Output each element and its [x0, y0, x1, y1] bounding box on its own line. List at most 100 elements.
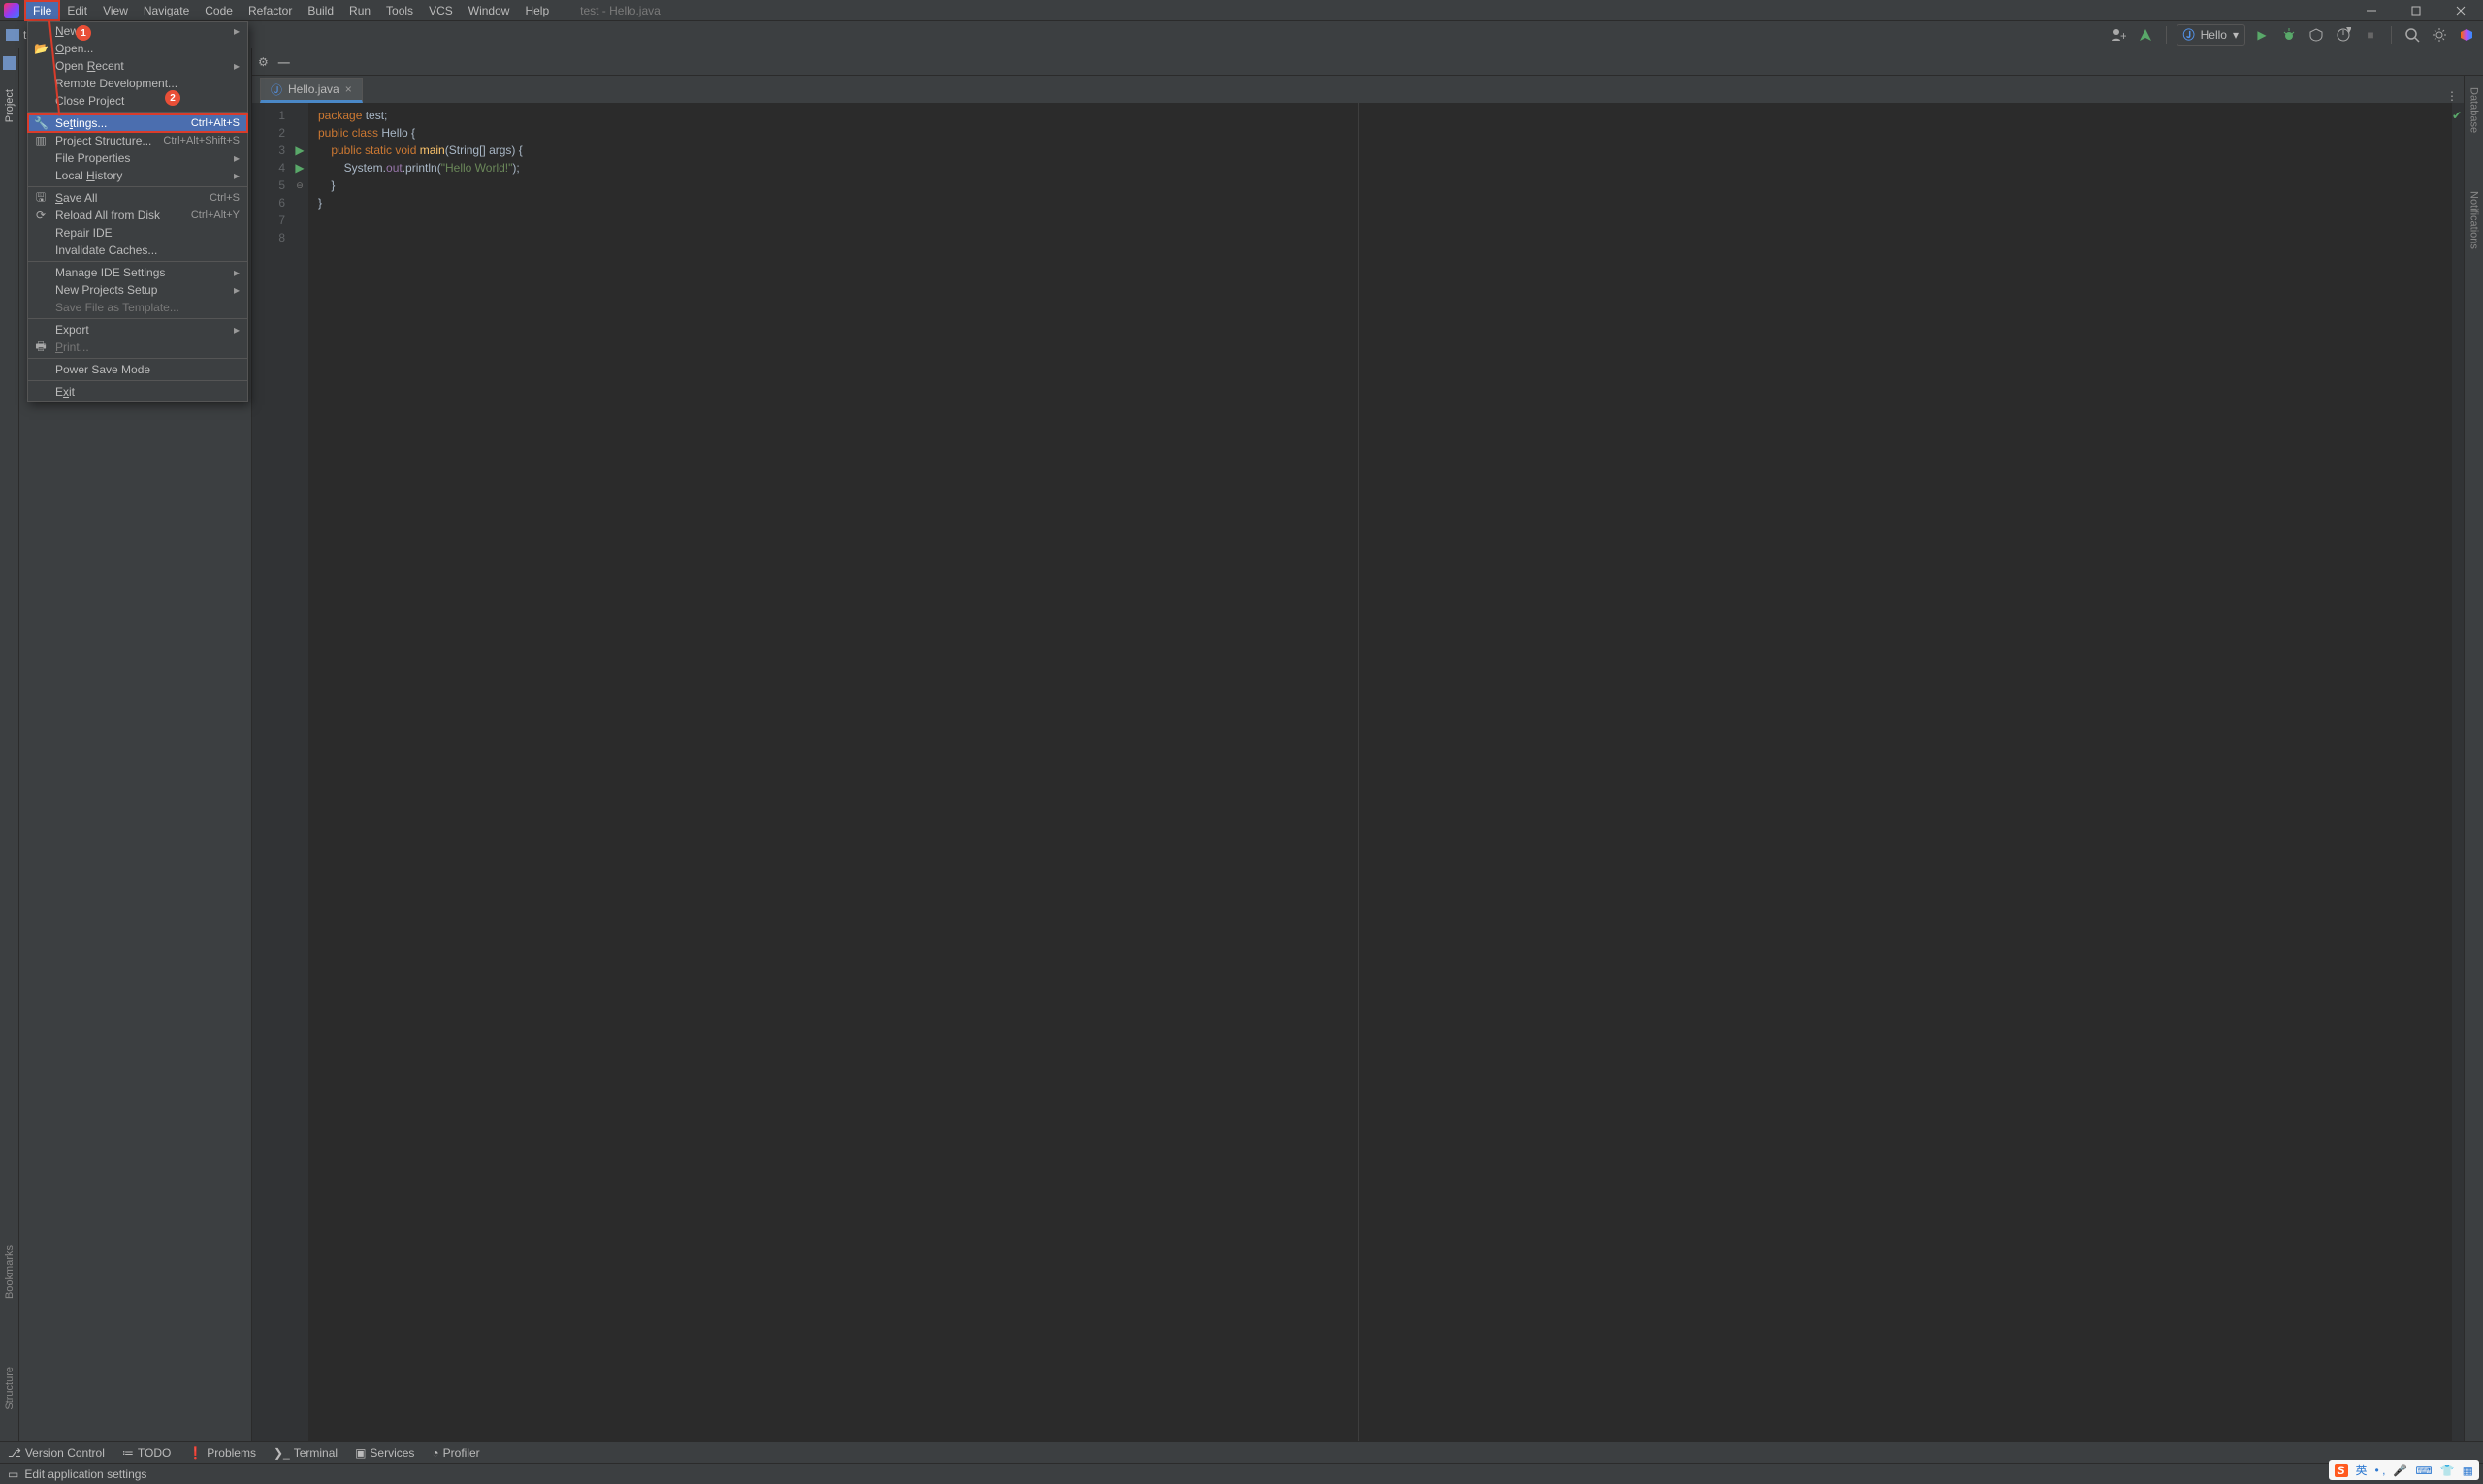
file-menu-item[interactable]: Local History▸	[28, 167, 247, 184]
bottom-tool-bar: ⎇Version Control ≔TODO ❗Problems ❯_Terminal…	[0, 1441, 2483, 1463]
annotation-badge-2: 2	[165, 90, 180, 106]
project-tool-icon[interactable]	[3, 56, 16, 70]
svg-text:▾: ▾	[2346, 27, 2351, 36]
menu-vcs[interactable]: VCS	[421, 1, 461, 20]
ide-settings-icon[interactable]	[2429, 24, 2450, 46]
right-margin-line	[1358, 103, 1359, 1441]
file-menu-item[interactable]: ⟳Reload All from DiskCtrl+Alt+Y	[28, 207, 247, 224]
line-number-gutter: 12345678	[252, 103, 291, 1441]
tab-more-icon[interactable]: ⋮	[2446, 89, 2458, 103]
database-tool-label[interactable]: Database	[2468, 83, 2480, 137]
app-root: FileEditViewNavigateCodeRefactorBuildRun…	[0, 0, 2483, 1484]
code-with-me-icon[interactable]: +	[2108, 24, 2129, 46]
bottom-tool-todo[interactable]: ≔TODO	[122, 1446, 171, 1460]
structure-tool-label[interactable]: Structure	[4, 1363, 16, 1414]
gutter-icons: ▶▶⊖	[291, 103, 308, 1441]
close-tab-icon[interactable]: ×	[345, 82, 352, 96]
inspection-ok-icon[interactable]: ✔	[2452, 109, 2462, 122]
editor-tab-hello[interactable]: Ⓙ Hello.java ×	[260, 78, 363, 103]
file-menu-item[interactable]: New Projects Setup▸	[28, 281, 247, 299]
code-editor[interactable]: package test;public class Hello { public…	[308, 103, 2452, 1441]
main-area: Project Bookmarks Structure ⚙ — Ⓙ	[0, 48, 2483, 1441]
file-menu-item[interactable]: ▥Project Structure...Ctrl+Alt+Shift+S	[28, 132, 247, 149]
run-button[interactable]: ▶	[2251, 24, 2273, 46]
build-icon[interactable]	[2135, 24, 2156, 46]
ime-keyboard-icon[interactable]: ⌨	[2415, 1464, 2432, 1477]
file-menu-item[interactable]: File Properties▸	[28, 149, 247, 167]
separator	[2391, 26, 2392, 44]
run-config-selector[interactable]: Ⓙ Hello ▾	[2177, 24, 2245, 46]
status-hint: Edit application settings	[24, 1468, 146, 1481]
file-menu-item[interactable]: Close Project	[28, 92, 247, 110]
notifications-tool-label[interactable]: Notifications	[2468, 187, 2480, 253]
minimize-button[interactable]	[2349, 0, 2394, 21]
svg-text:+: +	[2120, 29, 2126, 43]
editor-error-stripe[interactable]: ✔	[2452, 103, 2464, 1441]
fold-icon[interactable]: ⊖	[291, 177, 308, 194]
maximize-button[interactable]	[2394, 0, 2438, 21]
file-menu-item[interactable]: Remote Development...	[28, 75, 247, 92]
bottom-tool-services[interactable]: ▣Services	[355, 1446, 414, 1460]
file-menu-item[interactable]: Manage IDE Settings▸	[28, 264, 247, 281]
separator	[2166, 26, 2167, 44]
profile-button[interactable]: ▾	[2333, 24, 2354, 46]
file-menu-item[interactable]: 🔧Settings...Ctrl+Alt+S	[28, 114, 247, 132]
menu-run[interactable]: Run	[341, 1, 378, 20]
toolbox-icon[interactable]	[2456, 24, 2477, 46]
menu-view[interactable]: View	[95, 1, 136, 20]
bottom-tool-problems[interactable]: ❗Problems	[188, 1446, 256, 1460]
file-menu-item[interactable]: Open Recent▸	[28, 57, 247, 75]
debug-button[interactable]	[2278, 24, 2300, 46]
menu-window[interactable]: Window	[461, 1, 518, 20]
close-button[interactable]	[2438, 0, 2483, 21]
menu-navigate[interactable]: Navigate	[136, 1, 197, 20]
file-menu-item[interactable]: Invalidate Caches...	[28, 242, 247, 259]
menu-tools[interactable]: Tools	[378, 1, 421, 20]
annotation-badge-1: 1	[76, 25, 91, 41]
ime-skin-icon[interactable]: 👕	[2440, 1464, 2455, 1477]
file-menu-popup[interactable]: New▸📂Open...Open Recent▸Remote Developme…	[27, 21, 248, 402]
menu-refactor[interactable]: Refactor	[241, 1, 300, 20]
project-folder-icon	[6, 29, 19, 41]
file-menu-item[interactable]: 📂Open...	[28, 40, 247, 57]
file-menu-item[interactable]: 🖫Save AllCtrl+S	[28, 189, 247, 207]
menu-help[interactable]: Help	[517, 1, 557, 20]
ime-mode[interactable]: 英	[2356, 1462, 2368, 1478]
file-menu-item[interactable]: Exit	[28, 383, 247, 401]
java-file-icon: Ⓙ	[271, 81, 282, 98]
file-menu-item[interactable]: Repair IDE	[28, 224, 247, 242]
search-everywhere-icon[interactable]	[2402, 24, 2423, 46]
toolbar: te + Ⓙ Hello ▾ ▶ ▾	[0, 21, 2483, 48]
ime-punct-icon[interactable]: • ,	[2375, 1464, 2386, 1477]
bottom-tool-version-control[interactable]: ⎇Version Control	[8, 1446, 105, 1460]
stop-button[interactable]: ■	[2360, 24, 2381, 46]
run-config-label: Hello	[2201, 28, 2227, 42]
run-gutter-icon[interactable]: ▶	[291, 159, 308, 177]
coverage-button[interactable]	[2306, 24, 2327, 46]
editor-body[interactable]: 12345678 ▶▶⊖ package test;public class H…	[252, 103, 2464, 1441]
menu-file[interactable]: File	[25, 1, 59, 20]
file-menu-item[interactable]: New▸	[28, 22, 247, 40]
gear-icon[interactable]: ⚙	[258, 55, 269, 69]
bottom-tool-profiler[interactable]: ◔Profiler	[432, 1446, 479, 1460]
chevron-down-icon: ▾	[2233, 28, 2239, 42]
menu-edit[interactable]: Edit	[59, 1, 95, 20]
hide-panel-icon[interactable]: —	[278, 55, 290, 69]
bottom-tool-terminal[interactable]: ❯_Terminal	[274, 1446, 338, 1460]
menus: FileEditViewNavigateCodeRefactorBuildRun…	[25, 1, 557, 20]
right-tool-rail: Database Notifications	[2464, 76, 2483, 1441]
ime-toolbar[interactable]: S 英 • , 🎤 ⌨ 👕 ▦	[2329, 1460, 2479, 1480]
editor-area: ⚙ — Ⓙ Hello.java × ⋮	[252, 48, 2483, 1441]
file-menu-item[interactable]: Export▸	[28, 321, 247, 339]
menu-code[interactable]: Code	[197, 1, 241, 20]
window-title: test - Hello.java	[580, 4, 661, 17]
menu-build[interactable]: Build	[300, 1, 341, 20]
left-tool-rail: Project Bookmarks Structure	[0, 48, 19, 1441]
ime-mic-icon[interactable]: 🎤	[2393, 1464, 2407, 1477]
bookmarks-tool-label[interactable]: Bookmarks	[4, 1242, 16, 1303]
toolbar-right: + Ⓙ Hello ▾ ▶ ▾ ■	[2108, 24, 2477, 46]
run-gutter-icon[interactable]: ▶	[291, 142, 308, 159]
project-tool-label[interactable]: Project	[4, 85, 16, 126]
ime-toolbox-icon[interactable]: ▦	[2463, 1464, 2473, 1477]
file-menu-item[interactable]: Power Save Mode	[28, 361, 247, 378]
